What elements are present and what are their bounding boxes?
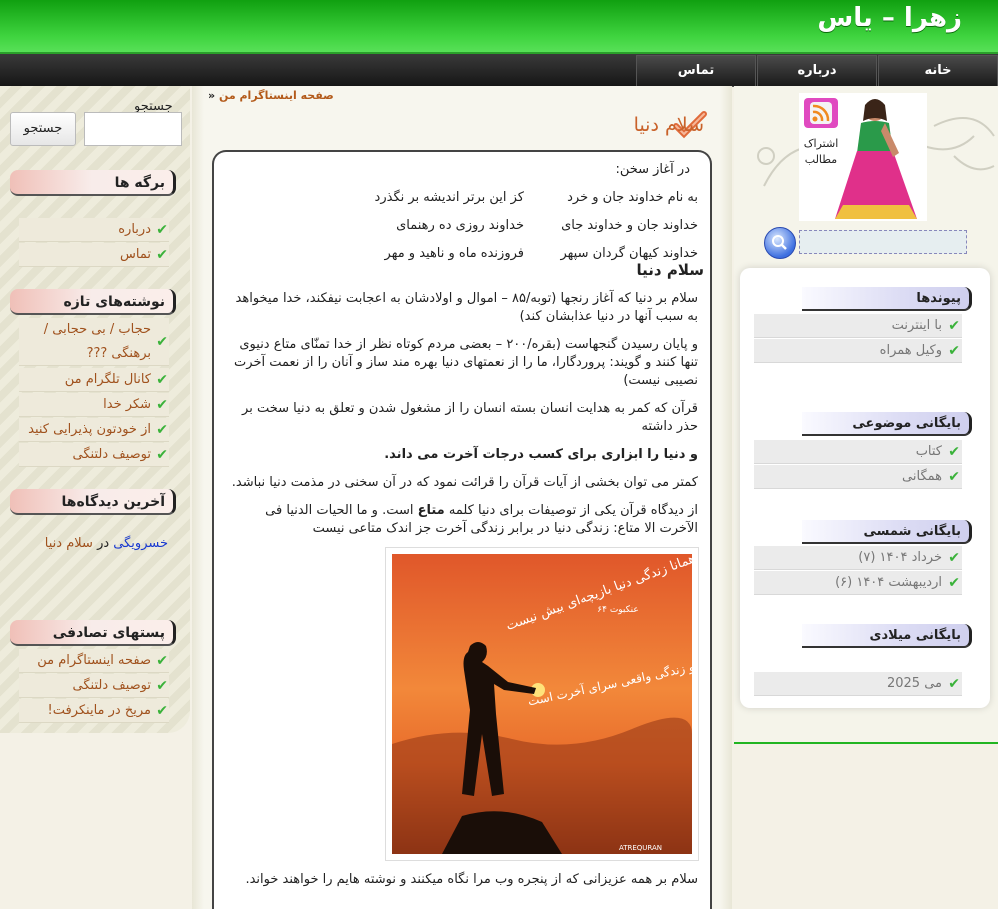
check-icon: ✔ xyxy=(156,247,168,263)
links-widget-title: پیوندها xyxy=(802,287,972,311)
check-icon: ✔ xyxy=(156,334,168,350)
site-title[interactable]: زهرا – یاس xyxy=(817,3,962,33)
main-nav: خانه درباره تماس xyxy=(0,54,998,87)
recent-post-item[interactable]: ✔ حجاب / بی حجابی / برهنگی ??? xyxy=(19,318,169,366)
comment-author-link[interactable]: خسرویگی xyxy=(113,536,168,551)
random-post-item[interactable]: ✔ صفحه اینستاگرام من xyxy=(19,649,169,673)
post-title[interactable]: سلام دنیا xyxy=(634,114,704,136)
site-header: زهرا – یاس xyxy=(0,0,998,54)
breadcrumb-arrow: » xyxy=(208,89,216,102)
poem-line: خداوند جان و خداوند جای xyxy=(561,218,698,233)
recent-post-item[interactable]: ✔ شکر خدا xyxy=(19,393,169,417)
breadcrumb-link[interactable]: صفحه اینستاگرام من xyxy=(219,89,334,102)
check-icon: ✔ xyxy=(156,703,168,719)
breadcrumb: » صفحه اینستاگرام من xyxy=(208,89,334,102)
nav-about[interactable]: درباره xyxy=(757,55,877,87)
link-item[interactable]: ✔ وکیل همراه xyxy=(754,339,962,363)
nav-home[interactable]: خانه xyxy=(878,55,998,87)
post-image-frame: عنکبوت ۶۴ همانا زندگی دنیا بازیچه‌ای بیش… xyxy=(385,547,699,861)
check-icon: ✔ xyxy=(156,653,168,669)
archive-item[interactable]: ✔ همگانی xyxy=(754,465,962,489)
sunset-silhouette-image[interactable]: عنکبوت ۶۴ همانا زندگی دنیا بازیچه‌ای بیش… xyxy=(392,554,692,854)
check-icon: ✔ xyxy=(156,222,168,238)
topic-archive-title: بایگانی موضوعی xyxy=(802,412,972,436)
check-icon: ✔ xyxy=(948,469,960,485)
poem-line: خداوند روزی ده رهنمای xyxy=(396,218,524,233)
comment-in-label: در xyxy=(97,536,110,551)
recent-comment: خسرویگی در سلام دنیا xyxy=(18,532,168,556)
check-icon: ✔ xyxy=(156,422,168,438)
page-link-contact[interactable]: ✔ تماس xyxy=(19,243,169,267)
post-paragraph: سلام بر دنیا که آغاز رنجها (توبه/۸۵ – ام… xyxy=(235,291,698,324)
gregorian-archive-title: بایگانی میلادی xyxy=(802,624,972,648)
post-closing: سلام بر همه عزیزانی که از پنجره وب مرا ن… xyxy=(245,872,698,887)
check-icon: ✔ xyxy=(948,343,960,359)
check-icon: ✔ xyxy=(156,447,168,463)
sidebar-search-input[interactable] xyxy=(799,230,967,254)
post-paragraph-bold: و دنیا را ابزاری برای کسب درجات آخرت می … xyxy=(384,447,698,462)
search-button[interactable]: جستجو xyxy=(10,112,76,146)
random-post-item[interactable]: ✔ توصیف دلتنگی xyxy=(19,674,169,698)
emphasis-text: متاع xyxy=(417,503,445,518)
poem-line: فروزنده ماه و ناهید و مهر xyxy=(384,246,524,261)
archive-item[interactable]: ✔ کتاب xyxy=(754,440,962,464)
random-posts-title: پستهای تصادفی xyxy=(10,620,176,646)
recent-post-item[interactable]: ✔ از خودتون پذیرایی کنید xyxy=(19,418,169,442)
recent-comments-title: آخرین دیدگاه‌ها xyxy=(10,489,176,515)
image-ref-text: عنکبوت ۶۴ xyxy=(597,605,638,615)
subscribe-label[interactable]: اشتراک مطالب xyxy=(800,136,842,168)
search-magnifier-icon[interactable] xyxy=(764,227,796,259)
check-icon: ✔ xyxy=(948,676,960,692)
recent-post-item[interactable]: ✔ کانال تلگرام من xyxy=(19,368,169,392)
check-icon: ✔ xyxy=(156,372,168,388)
image-watermark: ATREQURAN xyxy=(619,844,662,852)
post-paragraph: قرآن که کمر به هدایت انسان بسته انسان را… xyxy=(242,401,698,434)
check-icon: ✔ xyxy=(156,397,168,413)
poem-line: به نام خداوند جان و خرد xyxy=(567,190,698,205)
link-item[interactable]: ✔ با اینترنت xyxy=(754,314,962,338)
post-paragraph: از دیدگاه قرآن یکی از توصیفات برای دنیا … xyxy=(265,503,698,536)
recent-post-item[interactable]: ✔ توصیف دلتنگی xyxy=(19,443,169,467)
post-paragraph: کمتر می توان بخشی از آیات قرآن را قرائت … xyxy=(231,475,698,490)
search-input[interactable] xyxy=(84,112,182,146)
recent-posts-title: نوشته‌های تازه xyxy=(10,289,176,315)
post-paragraph: و پایان رسیدن گنجهاست (بقره/۲۰۰ – بعضی م… xyxy=(234,337,698,388)
post-intro: در آغاز سخن: xyxy=(615,162,690,177)
right-sidebar-footer-area xyxy=(734,744,998,909)
rss-feed-icon xyxy=(810,102,832,124)
check-icon: ✔ xyxy=(948,550,960,566)
nav-contact[interactable]: تماس xyxy=(636,55,756,87)
archive-item[interactable]: ✔ اردیبهشت ۱۴۰۴ (۶) xyxy=(754,571,962,595)
poem-line: کز این برتر اندیشه بر نگذرد xyxy=(374,190,524,205)
comment-post-link[interactable]: سلام دنیا xyxy=(45,536,93,551)
check-icon: ✔ xyxy=(948,444,960,460)
page-link-about[interactable]: ✔ درباره xyxy=(19,218,169,242)
check-icon: ✔ xyxy=(156,678,168,694)
magnifier-glyph xyxy=(772,235,787,250)
check-icon: ✔ xyxy=(948,318,960,334)
post-heading: سلام دنیا xyxy=(636,261,704,279)
archive-item[interactable]: ✔ خرداد ۱۴۰۴ (۷) xyxy=(754,546,962,570)
random-post-item[interactable]: ✔ مریخ در ماینکرفت! xyxy=(19,699,169,723)
check-icon: ✔ xyxy=(948,575,960,591)
archive-item[interactable]: ✔ می 2025 xyxy=(754,672,962,696)
pages-widget-title: برگه ها xyxy=(10,170,176,196)
solar-archive-title: بایگانی شمسی xyxy=(802,520,972,544)
rss-icon[interactable] xyxy=(804,98,838,128)
